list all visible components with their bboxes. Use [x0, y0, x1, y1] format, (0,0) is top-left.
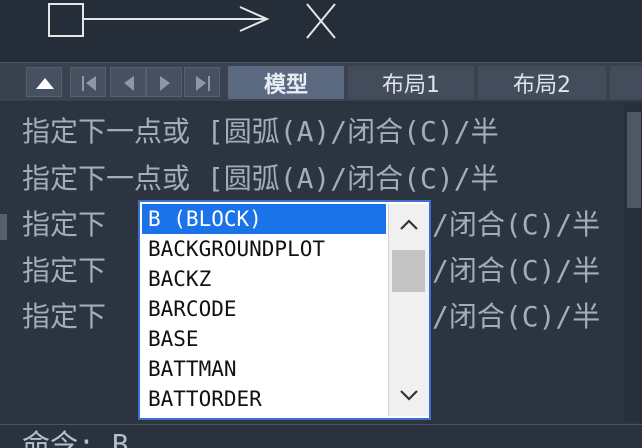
autocomplete-scrollbar-thumb[interactable]: [392, 250, 425, 292]
command-input[interactable]: 命令: B: [22, 425, 129, 448]
autocomplete-item[interactable]: B (BLOCK): [142, 204, 386, 234]
previous-icon: [124, 76, 134, 91]
scroll-tabs-up-button[interactable]: [26, 67, 62, 97]
autocomplete-item[interactable]: BARCODE: [142, 294, 386, 324]
history-line: 指定下: [22, 254, 107, 287]
history-line-tail: /闭合(C)/半: [432, 208, 601, 241]
first-tab-button[interactable]: [70, 67, 106, 97]
autocomplete-scrollbar[interactable]: [388, 204, 429, 416]
next-tab-button[interactable]: [146, 67, 182, 97]
drawing-canvas[interactable]: [0, 0, 642, 62]
last-tab-button[interactable]: [184, 67, 220, 97]
chevron-up-icon[interactable]: [389, 208, 429, 242]
next-icon: [160, 76, 170, 91]
last-icon: [196, 76, 210, 91]
chevron-down-icon[interactable]: [389, 378, 429, 412]
autocomplete-item[interactable]: BACKZ: [142, 264, 386, 294]
autocomplete-item[interactable]: BACKGROUNDPLOT: [142, 234, 386, 264]
history-line: 指定下一点或 [圆弧(A)/闭合(C)/半: [22, 115, 499, 148]
history-line: 指定下: [22, 300, 107, 333]
autocomplete-popup[interactable]: B (BLOCK) BACKGROUNDPLOT BACKZ BARCODE B…: [138, 200, 431, 420]
triangle-up-icon: [36, 78, 54, 89]
previous-tab-button[interactable]: [110, 67, 146, 97]
tab-add[interactable]: [610, 66, 642, 99]
autocomplete-item[interactable]: BASE: [142, 324, 386, 354]
tab-model[interactable]: 模型: [228, 66, 344, 99]
history-line-tail: /闭合(C)/半: [432, 254, 601, 287]
drawing-objects: [48, 3, 336, 39]
history-line: 指定下: [22, 208, 107, 241]
history-scrollbar-thumb[interactable]: [627, 112, 641, 208]
history-scroll-marker: [0, 214, 7, 240]
autocomplete-item[interactable]: BATTMAN: [142, 354, 386, 384]
drawn-rectangle: [48, 3, 84, 37]
first-icon: [82, 76, 96, 91]
command-line[interactable]: 命令: B: [0, 424, 642, 448]
layout-tab-bar: 模型 布局1 布局2: [0, 62, 642, 101]
tab-layout2[interactable]: 布局2: [478, 66, 606, 99]
autocomplete-item[interactable]: BATTORDER: [142, 384, 386, 414]
tab-layout1[interactable]: 布局1: [348, 66, 474, 99]
history-line: 指定下一点或 [圆弧(A)/闭合(C)/半: [22, 162, 499, 195]
history-line-tail: /闭合(C)/半: [432, 300, 601, 333]
